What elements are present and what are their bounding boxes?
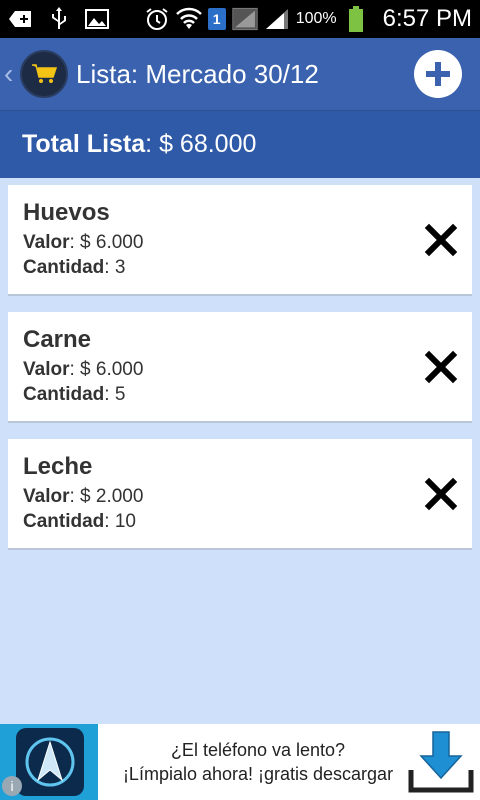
delete-icon[interactable] [424, 350, 458, 384]
valor-value: : $ 6.000 [69, 359, 144, 380]
item-cantidad: Cantidad: 10 [23, 511, 457, 533]
ad-line-1: ¿El teléfono va lento? [170, 740, 346, 760]
alarm-icon [144, 6, 170, 32]
usb-icon [46, 6, 72, 32]
ad-app-logo-icon [16, 728, 84, 796]
item-valor: Valor: $ 2.000 [23, 486, 457, 508]
valor-label: Valor [23, 486, 70, 507]
cantidad-value: : 5 [104, 384, 126, 405]
total-value: $ 68.000 [159, 130, 257, 158]
list-item[interactable]: Leche Valor: $ 2.000 Cantidad: 10 [8, 439, 472, 550]
sim-badge-icon: 1 [207, 8, 226, 30]
battery-percent: 100% [295, 10, 337, 27]
download-icon[interactable] [408, 730, 474, 794]
ad-banner[interactable]: i ¿El teléfono va lento? ¡Límpialo ahora… [0, 724, 480, 800]
action-bar: ‹ Lista: Mercado 30/12 [0, 38, 480, 110]
item-list: Huevos Valor: $ 6.000 Cantidad: 3 Carne … [8, 185, 472, 566]
ad-text: ¿El teléfono va lento? ¡Límpialo ahora! … [108, 738, 408, 786]
ad-line-2: ¡Límpialo ahora! ¡gratis descargar [122, 764, 394, 784]
page-title: Lista: Mercado 30/12 [76, 58, 319, 89]
item-cantidad: Cantidad: 3 [23, 257, 457, 279]
clock: 6:57 PM [382, 5, 472, 32]
wifi-icon [175, 6, 202, 32]
total-label: Total Lista [22, 130, 146, 158]
item-name: Carne [23, 326, 92, 353]
valor-label: Valor [23, 232, 70, 253]
list-item[interactable]: Huevos Valor: $ 6.000 Cantidad: 3 [8, 185, 472, 296]
ad-logo-panel: i [0, 724, 98, 800]
add-item-button[interactable] [414, 50, 462, 98]
delete-icon[interactable] [424, 477, 458, 511]
valor-value: : $ 2.000 [69, 486, 144, 507]
status-bar: 1 100% 6:57 PM [0, 0, 480, 38]
battery-icon [343, 6, 369, 32]
item-cantidad: Cantidad: 5 [23, 384, 457, 406]
item-valor: Valor: $ 6.000 [23, 232, 457, 254]
valor-label: Valor [23, 359, 70, 380]
item-name: Leche [23, 453, 93, 480]
cart-app-icon[interactable] [20, 50, 68, 98]
signal-icon [264, 6, 290, 32]
no-signal-icon [232, 6, 258, 32]
item-valor: Valor: $ 6.000 [23, 359, 457, 381]
cantidad-value: : 3 [104, 257, 126, 278]
total-separator: : [145, 130, 160, 158]
valor-value: : $ 6.000 [69, 232, 144, 253]
add-notification-icon [8, 6, 34, 32]
sim-badge-number: 1 [212, 11, 221, 27]
ad-info-icon[interactable]: i [2, 776, 22, 796]
back-chevron-icon[interactable]: ‹ [4, 58, 18, 90]
delete-icon[interactable] [424, 223, 458, 257]
cantidad-label: Cantidad [23, 511, 105, 532]
list-item[interactable]: Carne Valor: $ 6.000 Cantidad: 5 [8, 312, 472, 423]
cantidad-label: Cantidad [23, 257, 105, 278]
cantidad-value: : 10 [104, 511, 136, 532]
total-bar: Total Lista: $ 68.000 [0, 110, 480, 178]
item-name: Huevos [23, 199, 110, 226]
gallery-icon [84, 6, 110, 32]
plus-icon [426, 62, 450, 86]
cantidad-label: Cantidad [23, 384, 105, 405]
